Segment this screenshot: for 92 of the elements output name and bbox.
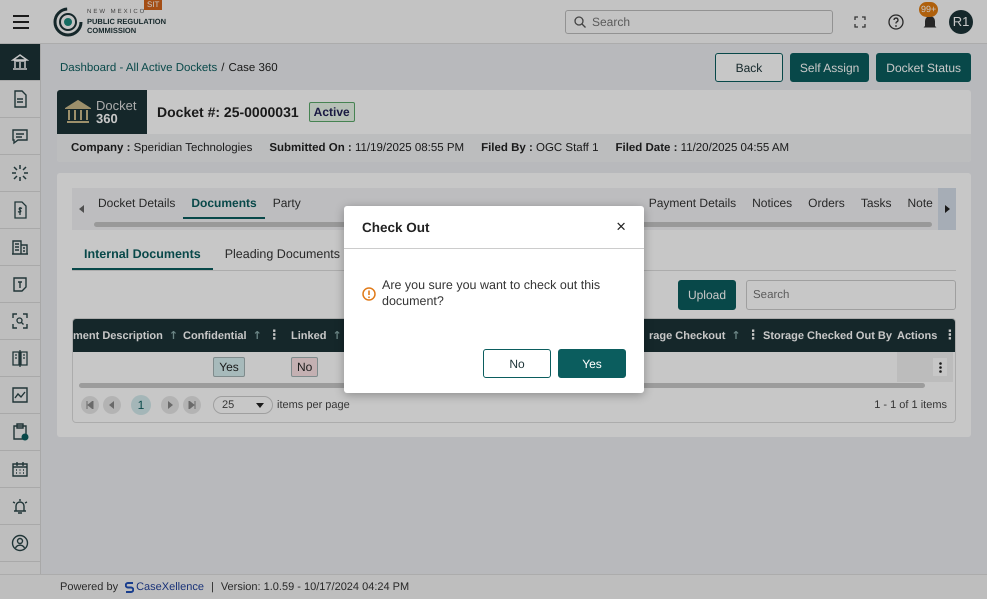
page-size-label: items per page: [277, 399, 350, 411]
tab[interactable]: Tasks: [852, 188, 900, 219]
action-button[interactable]: Back: [714, 53, 783, 82]
row-menu-button[interactable]: [933, 358, 947, 376]
sort-arrow-icon[interactable]: ↑: [252, 329, 262, 342]
next-page-button[interactable]: [161, 396, 179, 414]
environment-badge: SIT: [144, 0, 162, 10]
scroll-right-button[interactable]: [938, 188, 956, 230]
footer-text: Powered by: [60, 581, 118, 593]
info-field: Filed By : OGC Staff 1: [481, 142, 598, 154]
docket-number: Docket #: 25-0000031: [157, 104, 299, 120]
breadcrumb-separator: /: [221, 62, 224, 74]
burst-icon: [11, 164, 29, 182]
column-header[interactable]: ment Description: [73, 330, 163, 342]
chat-icon: [11, 127, 29, 145]
dialog-title: Check Out: [362, 220, 430, 234]
avatar[interactable]: R1: [949, 10, 973, 34]
close-button[interactable]: ×: [616, 217, 626, 237]
column-header[interactable]: rage Checkout: [649, 330, 726, 342]
value-badge: Yes: [213, 357, 245, 377]
warning-icon: [362, 287, 376, 301]
kebab-icon: [938, 362, 942, 372]
sub-tab[interactable]: Internal Documents: [72, 238, 213, 270]
caret-down-icon: [256, 402, 264, 408]
kebab-icon[interactable]: ⋮: [268, 328, 281, 343]
version-text: Version: 1.0.59 - 10/17/2024 04:24 PM: [220, 581, 410, 593]
first-page-icon: [86, 401, 94, 409]
chart-icon: [11, 386, 29, 404]
value-badge: No: [291, 357, 318, 377]
column-header[interactable]: Confidential: [183, 330, 247, 342]
previous-page-button[interactable]: [103, 396, 121, 414]
sort-arrow-icon[interactable]: ↑: [332, 329, 342, 342]
badge-number: 360: [96, 112, 119, 125]
brand-logo-icon: [125, 582, 134, 592]
tab[interactable]: Note: [900, 188, 941, 219]
first-page-button[interactable]: [81, 396, 99, 414]
page-size-dropdown[interactable]: 25: [213, 396, 273, 414]
sort-arrow-icon[interactable]: ↑: [168, 329, 178, 342]
menu-icon[interactable]: [13, 14, 29, 28]
sidebar-item[interactable]: [0, 44, 40, 81]
page-number[interactable]: 1: [131, 395, 151, 415]
search-icon: [574, 16, 586, 28]
caret-right-icon: [944, 205, 950, 213]
book-icon: [11, 349, 29, 367]
info-field: Company : Speridian Technologies: [71, 142, 252, 154]
previous-page-icon: [108, 401, 116, 409]
last-page-icon: [188, 401, 196, 409]
search-field[interactable]: Search: [746, 280, 956, 310]
next-page-icon: [166, 401, 174, 409]
calendar-icon: [11, 460, 29, 478]
user-icon: [11, 534, 29, 552]
footer-separator: |: [210, 581, 214, 593]
breadcrumb-current: Case 360: [228, 62, 278, 74]
notification-badge: 99+: [919, 2, 938, 16]
status-badge: Active: [308, 102, 355, 122]
clipboard-icon: [11, 423, 29, 441]
bank-icon: [65, 99, 91, 125]
tab[interactable]: Documents: [183, 188, 265, 219]
badge-title: Docket: [96, 99, 136, 112]
bank-icon: [11, 53, 29, 71]
dialog-message: Are you sure you want to check out this document?: [382, 277, 602, 309]
brand-name: CaseXellence: [136, 581, 204, 593]
building-icon: [11, 238, 29, 256]
tab[interactable]: Docket Details: [90, 188, 184, 219]
sort-arrow-icon[interactable]: ↑: [731, 329, 741, 342]
action-button[interactable]: Self Assign: [790, 53, 870, 82]
info-field: Filed Date : 11/20/2025 04:55 AM: [615, 142, 790, 154]
last-page-button[interactable]: [183, 396, 201, 414]
note-icon: [11, 275, 29, 293]
tab[interactable]: Payment Details: [640, 188, 744, 219]
action-button[interactable]: Docket Status: [876, 53, 971, 82]
breadcrumb-link[interactable]: Dashboard - All Active Dockets: [60, 62, 218, 74]
help-icon[interactable]: [888, 14, 904, 30]
column-header[interactable]: Storage Checked Out By: [763, 330, 892, 342]
info-field: Submitted On : 11/19/2025 08:55 PM: [269, 142, 464, 154]
column-header[interactable]: Linked: [291, 330, 326, 342]
search-field[interactable]: Search: [565, 10, 833, 34]
alarm-icon: [11, 497, 29, 515]
scan-icon: [11, 312, 29, 330]
page-range: 1 - 1 of 1 items: [874, 399, 947, 411]
tab[interactable]: Notices: [744, 188, 800, 219]
caret-left-icon: [78, 205, 84, 213]
tab[interactable]: Party: [264, 188, 309, 219]
fullscreen-icon[interactable]: [854, 16, 866, 28]
dialog-button[interactable]: No: [483, 349, 551, 378]
upload-button[interactable]: Upload: [678, 280, 736, 310]
kebab-icon[interactable]: ⋮: [746, 328, 760, 343]
logo-icon: [52, 6, 84, 38]
column-header[interactable]: Actions: [897, 330, 938, 342]
tab[interactable]: Orders: [800, 188, 853, 219]
kebab-icon[interactable]: ⋮: [943, 328, 955, 343]
dialog-button[interactable]: Yes: [558, 349, 626, 378]
